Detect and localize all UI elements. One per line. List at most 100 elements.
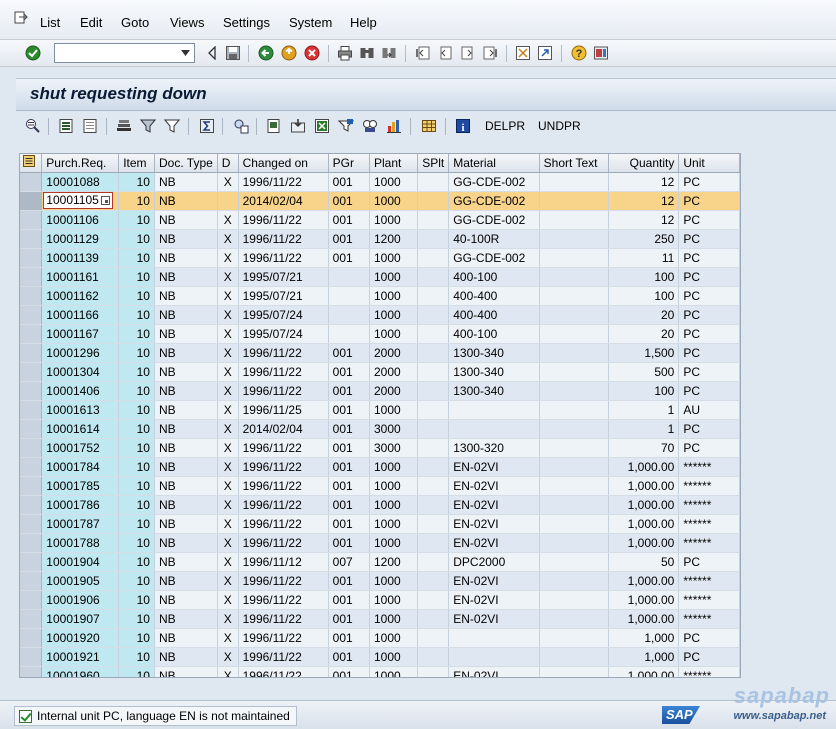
cell-splt[interactable] (417, 324, 450, 344)
menu-system[interactable]: System (289, 15, 332, 30)
row-selector[interactable] (20, 590, 43, 610)
cell-unit[interactable]: PC (678, 438, 740, 458)
exit-icon[interactable] (280, 44, 298, 62)
cell-item[interactable]: 10 (118, 590, 155, 610)
cell-changed-on[interactable]: 1996/11/22 (238, 248, 329, 268)
cell-purch-req[interactable]: 10001088 (41, 172, 120, 192)
cell-quantity[interactable]: 100 (608, 381, 680, 401)
cell-changed-on[interactable]: 1996/11/22 (238, 666, 329, 677)
select-all-cell[interactable] (20, 154, 43, 173)
cell-d[interactable]: X (217, 381, 239, 401)
cell-doc-type[interactable]: NB (154, 191, 218, 211)
cell-plant[interactable]: 2000 (369, 362, 419, 382)
cell-material[interactable]: 40-100R (448, 229, 540, 249)
cell-splt[interactable] (417, 267, 450, 287)
save-icon[interactable] (224, 44, 242, 62)
col-header-doc-type[interactable]: Doc. Type (154, 154, 218, 173)
cell-unit[interactable]: PC (678, 362, 740, 382)
cell-material[interactable]: 400-100 (448, 267, 540, 287)
cell-purch-req[interactable]: 10001304 (41, 362, 120, 382)
cell-material[interactable] (448, 647, 540, 667)
table-row[interactable]: 10001904 10 NB X 1996/11/12 007 1200 DPC2000 50 P… (20, 552, 740, 572)
cell-material[interactable]: 400-400 (448, 305, 540, 325)
cell-item[interactable]: 10 (118, 419, 155, 439)
cell-short-text[interactable] (539, 571, 610, 591)
cell-plant[interactable]: 1000 (369, 172, 419, 192)
row-selector[interactable] (20, 666, 43, 677)
cell-pgr[interactable]: 001 (328, 571, 370, 591)
cell-quantity[interactable]: 1 (608, 419, 680, 439)
row-selector[interactable] (20, 609, 43, 629)
cell-doc-type[interactable]: NB (154, 248, 218, 268)
cell-material[interactable] (448, 419, 540, 439)
collapse-icon[interactable] (203, 44, 221, 62)
cell-changed-on[interactable]: 1996/11/22 (238, 343, 329, 363)
cell-d[interactable]: X (217, 324, 239, 344)
col-header-changed-on[interactable]: Changed on (238, 154, 329, 173)
cell-splt[interactable] (417, 286, 450, 306)
cell-changed-on[interactable]: 1996/11/22 (238, 172, 329, 192)
cell-quantity[interactable]: 1,000.00 (608, 495, 680, 515)
cell-unit[interactable]: AU (678, 400, 740, 420)
cell-unit[interactable]: PC (678, 210, 740, 230)
cell-splt[interactable] (417, 229, 450, 249)
cell-doc-type[interactable]: NB (154, 400, 218, 420)
cell-purch-req[interactable]: 10001907 (41, 609, 120, 629)
cell-unit[interactable]: PC (678, 324, 740, 344)
cell-quantity[interactable]: 1,000 (608, 628, 680, 648)
cell-doc-type[interactable]: NB (154, 533, 218, 553)
cell-short-text[interactable] (539, 609, 610, 629)
value-help-icon[interactable] (100, 196, 110, 205)
cell-pgr[interactable]: 001 (328, 172, 370, 192)
cell-changed-on[interactable]: 1995/07/21 (238, 267, 329, 287)
local-file-icon[interactable] (361, 117, 379, 135)
cell-splt[interactable] (417, 647, 450, 667)
cell-plant[interactable]: 2000 (369, 343, 419, 363)
cell-plant[interactable]: 1000 (369, 571, 419, 591)
cell-plant[interactable]: 3000 (369, 438, 419, 458)
cell-pgr[interactable]: 001 (328, 514, 370, 534)
cell-splt[interactable] (417, 362, 450, 382)
cell-splt[interactable] (417, 210, 450, 230)
cell-material[interactable]: 400-400 (448, 286, 540, 306)
cell-purch-req[interactable]: 10001752 (41, 438, 120, 458)
cell-quantity[interactable]: 12 (608, 191, 680, 211)
row-selector[interactable] (20, 191, 43, 211)
cell-quantity[interactable]: 1 (608, 400, 680, 420)
row-selector[interactable] (20, 552, 43, 572)
row-selector[interactable] (20, 514, 43, 534)
cell-doc-type[interactable]: NB (154, 590, 218, 610)
row-selector[interactable] (20, 286, 43, 306)
cell-short-text[interactable] (539, 457, 610, 477)
info-icon[interactable]: i (454, 117, 472, 135)
layout-grid-icon[interactable] (420, 117, 438, 135)
cell-quantity[interactable]: 20 (608, 324, 680, 344)
cell-material[interactable]: EN-02VI (448, 571, 540, 591)
deselect-all-icon[interactable] (81, 117, 99, 135)
cell-doc-type[interactable]: NB (154, 267, 218, 287)
cell-pgr[interactable]: 001 (328, 476, 370, 496)
cell-changed-on[interactable]: 1996/11/22 (238, 647, 329, 667)
cell-quantity[interactable]: 50 (608, 552, 680, 572)
previous-page-icon[interactable] (436, 44, 454, 62)
cell-d[interactable]: X (217, 438, 239, 458)
cell-item[interactable]: 10 (118, 324, 155, 344)
cell-pgr[interactable]: 001 (328, 666, 370, 677)
cell-d[interactable]: X (217, 647, 239, 667)
cell-quantity[interactable]: 1,000.00 (608, 666, 680, 677)
cell-doc-type[interactable]: NB (154, 305, 218, 325)
cell-purch-req[interactable]: 10001787 (41, 514, 120, 534)
cell-d[interactable]: X (217, 267, 239, 287)
cell-quantity[interactable]: 20 (608, 305, 680, 325)
table-row[interactable]: 10001166 10 NB X 1995/07/24 1000 400-400 20 PC (20, 305, 740, 325)
cell-purch-req[interactable]: 10001960 (41, 666, 120, 677)
cell-unit[interactable]: PC (678, 381, 740, 401)
cell-purch-req[interactable]: 10001785 (41, 476, 120, 496)
cell-purch-req[interactable]: 10001905 (41, 571, 120, 591)
table-row[interactable]: 10001906 10 NB X 1996/11/22 001 1000 EN-02VI 1,0… (20, 590, 740, 610)
cell-purch-req[interactable]: 10001904 (41, 552, 120, 572)
cell-short-text[interactable] (539, 362, 610, 382)
cell-doc-type[interactable]: NB (154, 210, 218, 230)
cell-d[interactable]: X (217, 457, 239, 477)
table-row[interactable]: 10001784 10 NB X 1996/11/22 001 1000 EN-02VI 1,0… (20, 457, 740, 477)
